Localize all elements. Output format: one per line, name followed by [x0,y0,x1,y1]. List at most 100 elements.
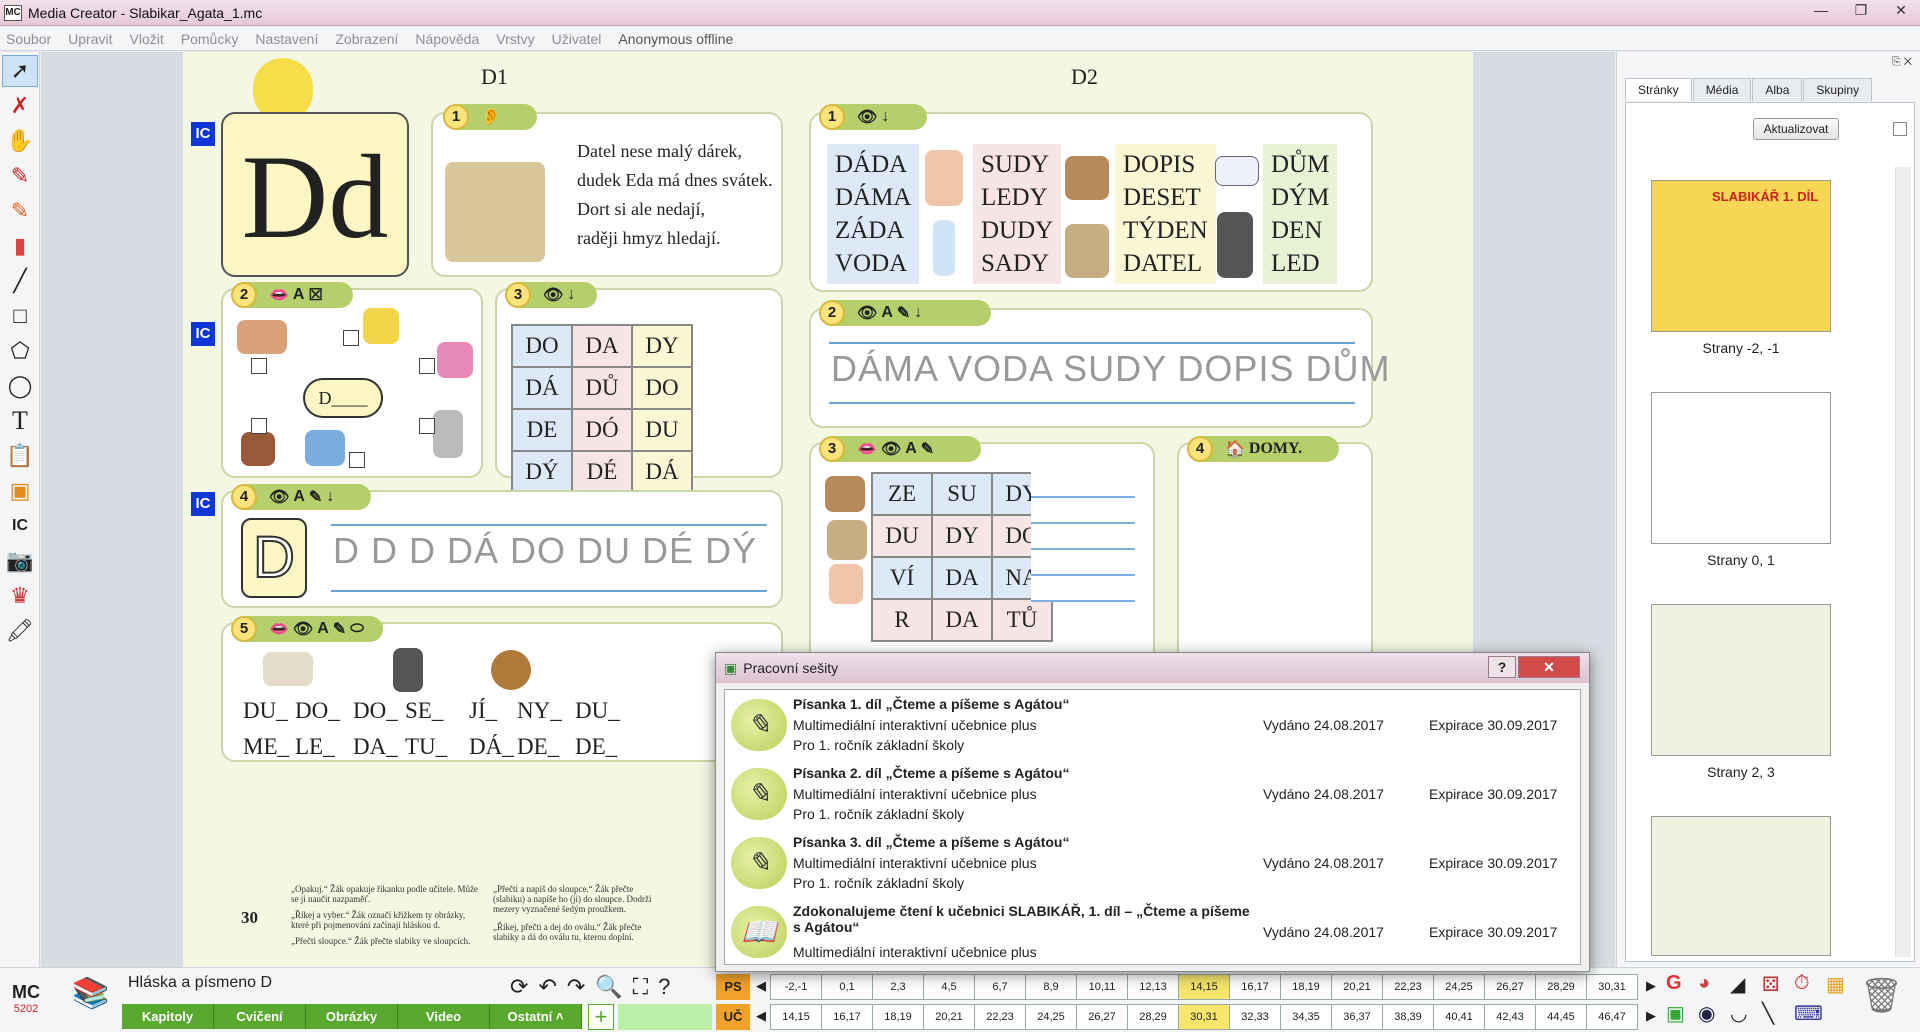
eyedropper-tool-icon[interactable]: 🖍 [2,615,38,647]
refresh-checkbox[interactable] [1893,122,1907,136]
uc-page-button[interactable]: 28,29 [1127,1004,1179,1030]
ps-prev-icon[interactable]: ◀ [756,978,766,994]
uc-page-button[interactable]: 18,19 [872,1004,924,1030]
uc-page-button[interactable]: 32,33 [1229,1004,1281,1030]
menu-upravit[interactable]: Upravit [68,31,112,47]
redo-icon[interactable]: ↷ [567,974,585,1000]
ruler-triangle-icon[interactable]: ◢ [1730,972,1760,997]
pointer-tool-icon[interactable]: ➚ [2,55,38,87]
ps-page-button[interactable]: 14,15 [1178,974,1230,1000]
uc-prev-icon[interactable]: ◀ [756,1008,766,1024]
text-tool-icon[interactable]: T [2,405,38,437]
crossed-pen-tool-icon[interactable]: ✗ [2,90,38,122]
list-item[interactable]: ✎ Písanka 3. díl „Čteme a píšeme s Agáto… [725,828,1582,897]
uc-page-button[interactable]: 16,17 [821,1004,873,1030]
menu-napoveda[interactable]: Nápověda [415,31,479,47]
minimize-icon[interactable]: — [1808,2,1834,19]
protractor-icon[interactable]: ◡ [1730,1001,1760,1026]
google-icon[interactable]: G [1666,972,1696,997]
uc-page-button[interactable]: 44,45 [1535,1004,1587,1030]
ps-page-button[interactable]: 24,25 [1433,974,1485,1000]
ic-tool-icon[interactable]: IC [2,510,38,542]
magnifier-icon[interactable]: ◉ [1698,1001,1728,1026]
menu-zobrazeni[interactable]: Zobrazení [335,31,398,47]
syllable[interactable]: DÁ_ [469,734,514,760]
menu-uzivatel[interactable]: Uživatel [552,31,602,47]
menu-vlozit[interactable]: Vložit [130,31,164,47]
uc-page-button[interactable]: 22,23 [974,1004,1026,1030]
maximize-icon[interactable]: ❐ [1848,2,1874,19]
list-item[interactable]: ✎ Písanka 1. díl „Čteme a píšeme s Agáto… [725,690,1582,759]
syllable[interactable]: DE_ [575,734,617,760]
custom-slot[interactable] [618,1004,712,1030]
chapters-button[interactable]: Kapitoly [122,1004,214,1029]
ps-page-button[interactable]: 0,1 [821,974,873,1000]
tab-media[interactable]: Média [1692,78,1752,101]
polygon-tool-icon[interactable]: ⬠ [2,335,38,367]
syllable[interactable]: DO_ [353,698,398,724]
menu-vrstvy[interactable]: Vrstvy [496,31,534,47]
syllable[interactable]: DE_ [517,734,559,760]
trash-icon[interactable]: 🗑 [1860,976,1903,1016]
ps-page-button[interactable]: 28,29 [1535,974,1587,1000]
ps-page-button[interactable]: 6,7 [974,974,1026,1000]
answer-checkbox[interactable] [349,452,365,468]
screen-icon[interactable]: ▣ [1666,1001,1696,1026]
syllable[interactable]: TU_ [405,734,447,760]
answer-checkbox[interactable] [419,358,435,374]
uc-page-button[interactable]: 14,15 [770,1004,822,1030]
add-button[interactable]: + [588,1004,614,1030]
highlighter-tool-icon[interactable]: ✎ [2,195,38,227]
pen-tool-icon[interactable]: ✎ [2,160,38,192]
zoom-icon[interactable]: 🔍 [595,974,622,1000]
image-tool-icon[interactable]: ▣ [2,475,38,507]
letter-tracing-card[interactable]: D [241,518,307,598]
ps-page-button[interactable]: 16,17 [1229,974,1281,1000]
ic-badge[interactable]: IC [191,492,215,516]
page-thumbnail[interactable] [1651,392,1831,544]
line-tool-icon[interactable]: ╱ [2,265,38,297]
answer-checkbox[interactable] [251,418,267,434]
syllable[interactable]: NY_ [517,698,562,724]
syllable[interactable]: DU_ [575,698,620,724]
help-icon[interactable]: ? [658,974,670,1000]
eraser-tool-icon[interactable]: ▮ [2,230,38,262]
camera-tool-icon[interactable]: 📷 [2,545,38,577]
rectangle-tool-icon[interactable]: □ [2,300,38,332]
stopwatch-icon[interactable]: ⏱ [1794,972,1824,997]
dialog-close-button[interactable]: ✕ [1518,656,1580,678]
images-button[interactable]: Obrázky [306,1004,398,1029]
syllable[interactable]: SE_ [405,698,443,724]
uc-next-icon[interactable]: ▶ [1646,1008,1656,1024]
ps-page-button[interactable]: 26,27 [1484,974,1536,1000]
uc-page-button[interactable]: 34,35 [1280,1004,1332,1030]
uc-page-button[interactable]: 30,31 [1178,1004,1230,1030]
dice-icon[interactable]: ⚄ [1762,972,1792,997]
menu-nastaveni[interactable]: Nastavení [255,31,318,47]
ic-badge[interactable]: IC [191,122,215,146]
list-item[interactable]: 📖 Zdokonalujeme čtení k učebnici SLABIKÁ… [725,897,1582,966]
ps-page-button[interactable]: 12,13 [1127,974,1179,1000]
panel-pin-close-icon[interactable]: ⎘ ✕ [1892,56,1912,69]
tab-stranky[interactable]: Stránky [1625,78,1692,101]
ps-page-button[interactable]: 10,11 [1076,974,1128,1000]
fill-tool-icon[interactable]: ♛ [2,580,38,612]
list-item[interactable]: ✎ Písanka 2. díl „Čteme a píšeme s Agáto… [725,759,1582,828]
tracing-text[interactable]: D D D DÁ DO DU DÉ DÝ [333,530,757,572]
thumbnail-scrollbar[interactable] [1895,167,1911,957]
page-thumbnail[interactable] [1651,816,1831,956]
syllable[interactable]: LE_ [295,734,335,760]
syllable[interactable]: DO_ [295,698,340,724]
answer-checkbox[interactable] [419,418,435,434]
page-thumbnail[interactable]: SLABIKÁŘ 1. DÍL [1651,180,1831,332]
answer-oval[interactable]: D____ [303,378,383,418]
ps-page-button[interactable]: 20,21 [1331,974,1383,1000]
refresh-icon[interactable]: ⟳ [510,974,528,1000]
page-thumbnail[interactable] [1651,604,1831,756]
ps-page-button[interactable]: 22,23 [1382,974,1434,1000]
note-tool-icon[interactable]: 📋 [2,440,38,472]
answer-checkbox[interactable] [343,330,359,346]
dialog-help-button[interactable]: ? [1488,656,1516,678]
calculator-icon[interactable]: ▦ [1826,972,1856,997]
ps-page-button[interactable]: 8,9 [1025,974,1077,1000]
